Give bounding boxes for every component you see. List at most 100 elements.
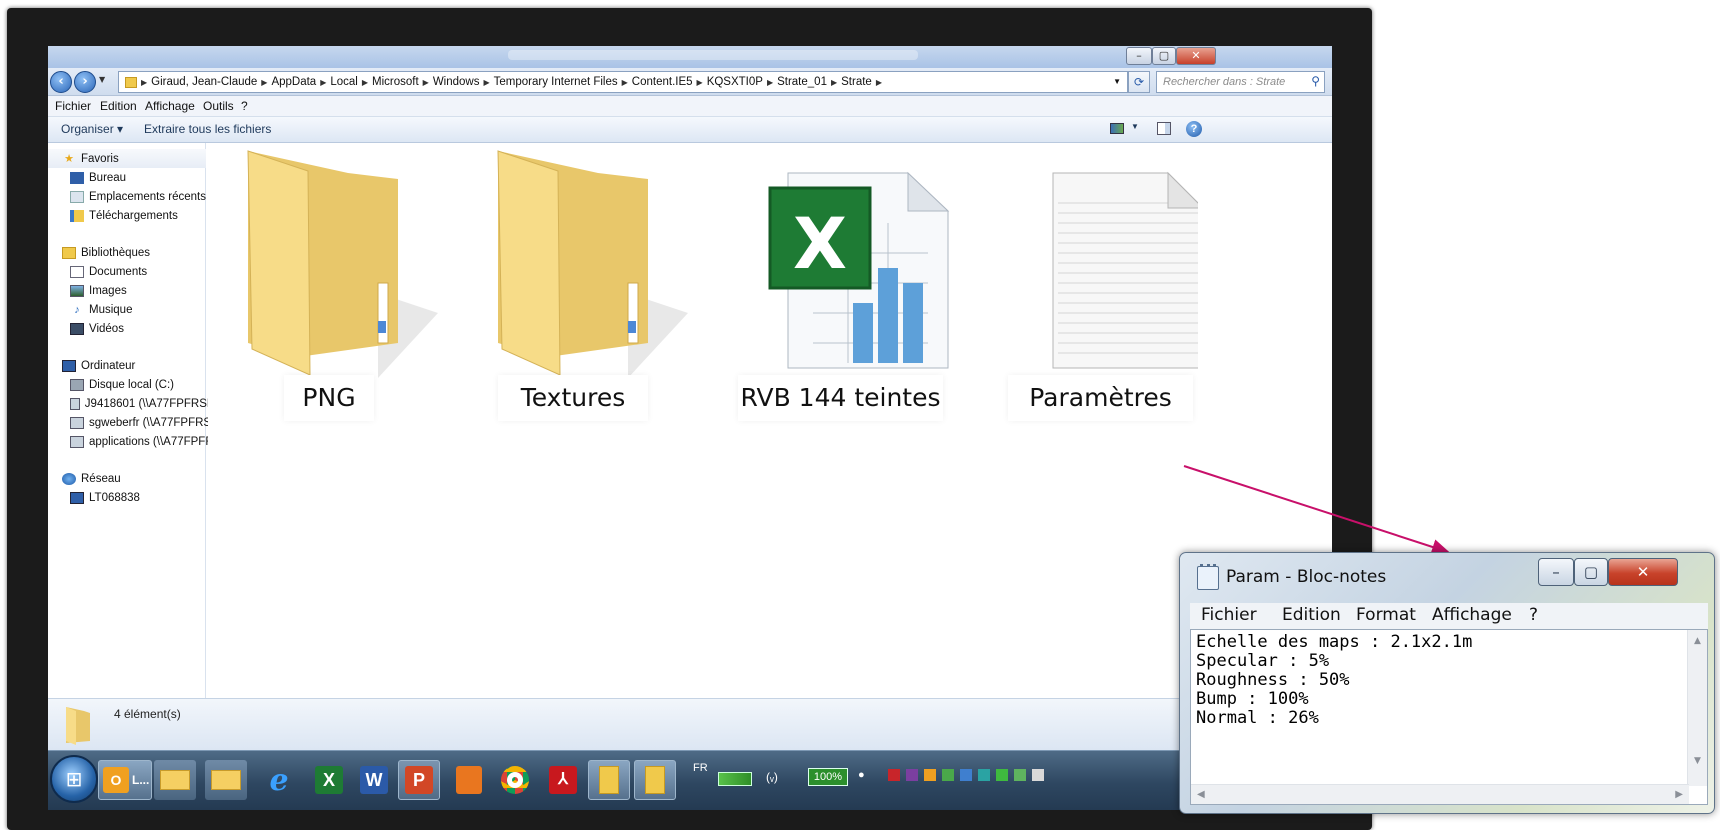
file-item-textures[interactable]: Textures (488, 143, 688, 443)
nav-bureau[interactable]: Bureau (70, 169, 228, 187)
nav-network-drive[interactable]: sgweberfr (\\A77FPFRSN0 (70, 414, 228, 432)
scroll-left-icon[interactable]: ◀ (1197, 789, 1205, 800)
menu-outils[interactable]: Outils (203, 99, 234, 113)
file-item-rvb-144-teintes[interactable]: X RVB 144 teintes (728, 143, 958, 443)
nav-bibliotheques[interactable]: Bibliothèques (62, 244, 220, 262)
breadcrumb-item[interactable]: Strate_01 (777, 76, 827, 88)
vertical-scrollbar[interactable]: ▲ ▼ (1687, 630, 1707, 786)
excel-taskbar-button[interactable]: X (308, 760, 350, 800)
breadcrumb-item[interactable]: Content.IE5 (632, 76, 693, 88)
nav-disque-local[interactable]: Disque local (C:) (70, 376, 228, 394)
file-item-png[interactable]: PNG (238, 143, 438, 443)
word-taskbar-button[interactable]: W (353, 760, 395, 800)
nav-musique[interactable]: ♪ Musique (70, 301, 228, 319)
address-dropdown-icon[interactable]: ▼ (1113, 77, 1121, 86)
nav-network-drive[interactable]: applications (\\A77FPFRSI (70, 433, 228, 451)
view-dropdown-icon[interactable]: ▼ (1131, 122, 1139, 131)
tray-app-icon[interactable] (1032, 769, 1044, 781)
nav-documents[interactable]: Documents (70, 263, 228, 281)
nav-lt068838[interactable]: LT068838 (70, 489, 228, 507)
menu-affichage[interactable]: Affichage (145, 99, 195, 113)
chevron-right-icon[interactable]: ▶ (320, 78, 326, 87)
notepad-menu-format[interactable]: Format (1356, 605, 1416, 625)
nav-emplacements-recents[interactable]: Emplacements récents (70, 188, 228, 206)
refresh-button[interactable]: ⟳ (1128, 71, 1150, 93)
tray-app-icon[interactable] (978, 769, 990, 781)
chevron-right-icon[interactable]: ▶ (261, 78, 267, 87)
acrobat-taskbar-button[interactable]: ⅄ (542, 760, 584, 800)
menu-help[interactable]: ? (241, 99, 248, 113)
breadcrumb-item[interactable]: AppData (271, 76, 316, 88)
preview-pane-icon[interactable] (1157, 122, 1171, 135)
chevron-right-icon[interactable]: ▶ (362, 78, 368, 87)
view-options-icon[interactable] (1110, 123, 1124, 134)
nav-network-drive[interactable]: J9418601 (\\A77FPFRSN02 (70, 395, 228, 413)
nav-reseau[interactable]: Réseau (62, 470, 220, 488)
power-plug-icon[interactable]: ● (858, 769, 865, 781)
office-icon[interactable] (924, 769, 936, 781)
breadcrumb-item[interactable]: KQSXTI0P (707, 76, 763, 88)
battery-indicator[interactable]: 100% (808, 768, 848, 786)
tray-app-icon[interactable] (960, 769, 972, 781)
mail-taskbar-button[interactable] (154, 760, 196, 800)
security-icon[interactable] (888, 769, 900, 781)
close-button[interactable]: ✕ (1176, 47, 1216, 65)
wifi-icon[interactable]: (ᵥ) (766, 770, 778, 784)
notepad-close-button[interactable]: ✕ (1608, 558, 1678, 586)
notepad-menu-edition[interactable]: Edition (1282, 605, 1341, 625)
chevron-right-icon[interactable]: ▶ (876, 78, 882, 87)
tray-app-icon[interactable] (1014, 769, 1026, 781)
maximize-button[interactable]: ▢ (1152, 47, 1176, 65)
nav-ordinateur[interactable]: Ordinateur (62, 357, 220, 375)
breadcrumb-item[interactable]: Microsoft (372, 76, 419, 88)
app-taskbar-button[interactable] (448, 760, 490, 800)
breadcrumb-item[interactable]: Temporary Internet Files (494, 76, 618, 88)
ie-taskbar-button[interactable]: e (258, 760, 300, 800)
file-item-parametres[interactable]: Paramètres (1008, 143, 1205, 443)
notepad-menu-fichier[interactable]: Fichier (1201, 605, 1257, 625)
folder-taskbar-button[interactable] (634, 760, 676, 800)
breadcrumb-item[interactable]: Local (330, 76, 358, 88)
breadcrumb-item[interactable]: Giraud, Jean-Claude (151, 76, 257, 88)
chrome-taskbar-button[interactable] (494, 760, 536, 800)
extract-all-button[interactable]: Extraire tous les fichiers (144, 122, 271, 136)
mail-taskbar-button[interactable] (205, 760, 247, 800)
chevron-right-icon[interactable]: ▶ (697, 78, 703, 87)
scroll-right-icon[interactable]: ▶ (1675, 789, 1683, 800)
checkmark-icon[interactable] (996, 769, 1008, 781)
language-indicator[interactable]: FR (693, 762, 708, 774)
organize-button[interactable]: Organiser ▾ (61, 122, 123, 136)
history-dropdown-icon[interactable]: ▼ (99, 75, 105, 84)
minimize-button[interactable]: – (1126, 47, 1152, 65)
notepad-text-area[interactable]: Echelle des maps : 2.1x2.1m Specular : 5… (1190, 629, 1708, 805)
nav-favoris[interactable]: ★ Favoris (62, 150, 220, 168)
notepad-maximize-button[interactable]: ▢ (1574, 558, 1608, 586)
search-input[interactable]: Rechercher dans : Strate ⚲ (1156, 71, 1325, 93)
start-button[interactable]: ⊞ (50, 755, 98, 803)
outlook-taskbar-button[interactable]: O L... (98, 760, 152, 800)
folder-taskbar-button[interactable] (588, 760, 630, 800)
horizontal-scrollbar[interactable]: ◀ ▶ (1191, 784, 1689, 804)
forward-button[interactable]: › (74, 71, 96, 93)
chevron-right-icon[interactable]: ▶ (423, 78, 429, 87)
nav-videos[interactable]: Vidéos (70, 320, 228, 338)
notepad-menu-affichage[interactable]: Affichage (1432, 605, 1512, 625)
chevron-right-icon[interactable]: ▶ (831, 78, 837, 87)
menu-fichier[interactable]: Fichier (55, 99, 91, 113)
scroll-down-icon[interactable]: ▼ (1688, 756, 1707, 766)
tray-app-icon[interactable] (942, 769, 954, 781)
nav-telechargements[interactable]: Téléchargements (70, 207, 228, 225)
chevron-right-icon[interactable]: ▶ (622, 78, 628, 87)
search-icon[interactable]: ⚲ (1311, 74, 1320, 88)
onenote-icon[interactable] (906, 769, 918, 781)
nav-images[interactable]: Images (70, 282, 228, 300)
scroll-up-icon[interactable]: ▲ (1688, 636, 1707, 646)
powerpoint-taskbar-button[interactable]: P (398, 760, 440, 800)
chevron-right-icon[interactable]: ▶ (767, 78, 773, 87)
address-field[interactable]: ▶ Giraud, Jean-Claude ▶ AppData ▶ Local ▶ M… (118, 71, 1128, 93)
chevron-right-icon[interactable]: ▶ (483, 78, 489, 87)
signal-strength-icon[interactable] (718, 772, 752, 786)
notepad-menu-help[interactable]: ? (1529, 605, 1538, 625)
notepad-minimize-button[interactable]: – (1538, 558, 1574, 586)
breadcrumb-item[interactable]: Strate (841, 76, 872, 88)
